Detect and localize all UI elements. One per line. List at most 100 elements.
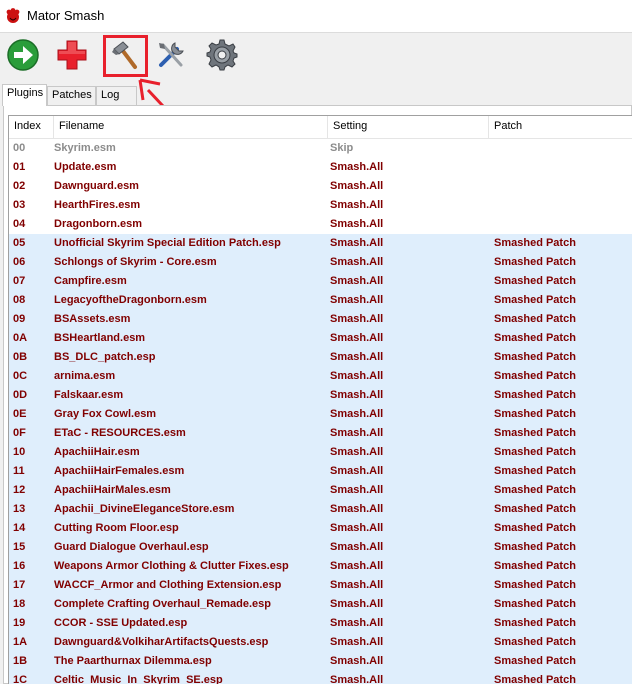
cell-index: 05 <box>13 237 26 249</box>
cell-index: 0B <box>13 351 28 363</box>
cell-patch: Smashed Patch <box>494 446 576 458</box>
table-row[interactable]: 11 ApachiiHairFemales.esm Smash.All Smashed… <box>9 462 632 481</box>
cell-index: 04 <box>13 218 26 230</box>
table-row[interactable]: 01 Update.esm Smash.All <box>9 158 632 177</box>
plugins-list[interactable]: Index Filename Setting Patch 00 Skyrim.es… <box>8 115 632 684</box>
tools-button[interactable] <box>151 35 191 75</box>
cell-index: 0C <box>13 370 28 382</box>
table-row[interactable]: 17 WACCF_Armor and Clothing Extension.esp… <box>9 576 632 595</box>
cell-index: 09 <box>13 313 26 325</box>
table-row[interactable]: 02 Dawnguard.esm Smash.All <box>9 177 632 196</box>
cell-index: 1C <box>13 674 28 684</box>
table-row[interactable]: 1A Dawnguard&VolkiharArtifactsQuests.esp S… <box>9 633 632 652</box>
cell-patch: Smashed Patch <box>494 560 576 572</box>
cell-setting: Smash.All <box>330 560 384 572</box>
tab-patches[interactable]: Patches <box>47 86 96 105</box>
window-title: Mator Smash <box>27 8 105 23</box>
table-row[interactable]: 0A BSHeartland.esm Smash.All Smashed Patch <box>9 329 632 348</box>
cell-setting: Smash.All <box>330 522 384 534</box>
cell-filename: Apachii_DivineEleganceStore.esm <box>54 503 235 515</box>
column-header-index[interactable]: Index <box>9 116 54 138</box>
table-row[interactable]: 16 Weapons Armor Clothing & Clutter Fixes… <box>9 557 632 576</box>
cell-filename: WACCF_Armor and Clothing Extension.esp <box>54 579 282 591</box>
cell-filename: BS_DLC_patch.esp <box>54 351 156 363</box>
cell-filename: ETaC - RESOURCES.esm <box>54 427 186 439</box>
table-row[interactable]: 0C arnima.esm Smash.All Smashed Patch <box>9 367 632 386</box>
cell-patch: Smashed Patch <box>494 522 576 534</box>
tab-log[interactable]: Log <box>96 86 137 105</box>
cell-setting: Smash.All <box>330 484 384 496</box>
table-row[interactable]: 06 Schlongs of Skyrim - Core.esm Smash.All… <box>9 253 632 272</box>
table-row[interactable]: 0F ETaC - RESOURCES.esm Smash.All Smashed P… <box>9 424 632 443</box>
cell-filename: ApachiiHairMales.esm <box>54 484 171 496</box>
cell-patch: Smashed Patch <box>494 541 576 553</box>
table-row[interactable]: 13 Apachii_DivineEleganceStore.esm Smash.A… <box>9 500 632 519</box>
title-bar: Mator Smash <box>0 0 632 33</box>
column-header-filename[interactable]: Filename <box>54 116 328 138</box>
cell-patch: Smashed Patch <box>494 351 576 363</box>
cell-index: 1B <box>13 655 28 667</box>
cell-setting: Smash.All <box>330 370 384 382</box>
cell-index: 0D <box>13 389 28 401</box>
table-row[interactable]: 08 LegacyoftheDragonborn.esm Smash.All Smas… <box>9 291 632 310</box>
cell-filename: ApachiiHairFemales.esm <box>54 465 185 477</box>
table-row[interactable]: 14 Cutting Room Floor.esp Smash.All Smashed… <box>9 519 632 538</box>
add-icon <box>57 40 87 70</box>
settings-button[interactable] <box>202 35 242 75</box>
cell-patch: Smashed Patch <box>494 579 576 591</box>
table-row[interactable]: 0D Falskaar.esm Smash.All Smashed Patch <box>9 386 632 405</box>
cell-setting: Smash.All <box>330 389 384 401</box>
table-row[interactable]: 1C Celtic_Music_In_Skyrim_SE.esp Smash.All… <box>9 671 632 684</box>
tools-icon <box>159 42 184 67</box>
cell-setting: Smash.All <box>330 446 384 458</box>
table-row[interactable]: 09 BSAssets.esm Smash.All Smashed Patch <box>9 310 632 329</box>
cell-setting: Smash.All <box>330 313 384 325</box>
table-row[interactable]: 10 ApachiiHair.esm Smash.All Smashed Patch <box>9 443 632 462</box>
tab-plugins[interactable]: Plugins <box>2 84 47 106</box>
table-row[interactable]: 12 ApachiiHairMales.esm Smash.All Smashed P… <box>9 481 632 500</box>
cell-index: 17 <box>13 579 26 591</box>
cell-index: 13 <box>13 503 26 515</box>
cell-filename: LegacyoftheDragonborn.esm <box>54 294 207 306</box>
cell-setting: Smash.All <box>330 655 384 667</box>
cell-setting: Smash.All <box>330 294 384 306</box>
go-icon <box>7 39 39 71</box>
cell-filename: The Paarthurnax Dilemma.esp <box>54 655 212 667</box>
cell-filename: Dawnguard&VolkiharArtifactsQuests.esp <box>54 636 269 648</box>
column-header-patch[interactable]: Patch <box>489 116 632 138</box>
cell-patch: Smashed Patch <box>494 503 576 515</box>
table-row[interactable]: 0B BS_DLC_patch.esp Smash.All Smashed Patch <box>9 348 632 367</box>
cell-filename: Skyrim.esm <box>54 142 116 154</box>
go-button[interactable] <box>3 35 43 75</box>
column-header-setting[interactable]: Setting <box>328 116 489 138</box>
cell-index: 0E <box>13 408 27 420</box>
table-row[interactable]: 15 Guard Dialogue Overhaul.esp Smash.All Sm… <box>9 538 632 557</box>
table-row[interactable]: 05 Unofficial Skyrim Special Edition Patc… <box>9 234 632 253</box>
table-row[interactable]: 0E Gray Fox Cowl.esm Smash.All Smashed Patc… <box>9 405 632 424</box>
table-row[interactable]: 19 CCOR - SSE Updated.esp Smash.All Smashed… <box>9 614 632 633</box>
cell-setting: Smash.All <box>330 427 384 439</box>
cell-setting: Smash.All <box>330 237 384 249</box>
cell-index: 11 <box>13 465 25 477</box>
cell-index: 0F <box>13 427 26 439</box>
cell-patch: Smashed Patch <box>494 484 576 496</box>
cell-filename: Schlongs of Skyrim - Core.esm <box>54 256 217 268</box>
cell-filename: HearthFires.esm <box>54 199 141 211</box>
add-button[interactable] <box>52 35 92 75</box>
cell-filename: arnima.esm <box>54 370 116 382</box>
cell-index: 01 <box>13 161 26 173</box>
cell-setting: Smash.All <box>330 218 384 230</box>
cell-index: 14 <box>13 522 26 534</box>
table-row[interactable]: 1B The Paarthurnax Dilemma.esp Smash.All Sm… <box>9 652 632 671</box>
cell-filename: Campfire.esm <box>54 275 127 287</box>
table-row[interactable]: 03 HearthFires.esm Smash.All <box>9 196 632 215</box>
cell-filename: Unofficial Skyrim Special Edition Patch.… <box>54 237 281 249</box>
cell-setting: Smash.All <box>330 598 384 610</box>
table-row[interactable]: 18 Complete Crafting Overhaul_Remade.esp S… <box>9 595 632 614</box>
table-row[interactable]: 04 Dragonborn.esm Smash.All <box>9 215 632 234</box>
table-row[interactable]: 07 Campfire.esm Smash.All Smashed Patch <box>9 272 632 291</box>
cell-setting: Smash.All <box>330 332 384 344</box>
cell-patch: Smashed Patch <box>494 275 576 287</box>
cell-patch: Smashed Patch <box>494 332 576 344</box>
table-row[interactable]: 00 Skyrim.esm Skip <box>9 139 632 158</box>
